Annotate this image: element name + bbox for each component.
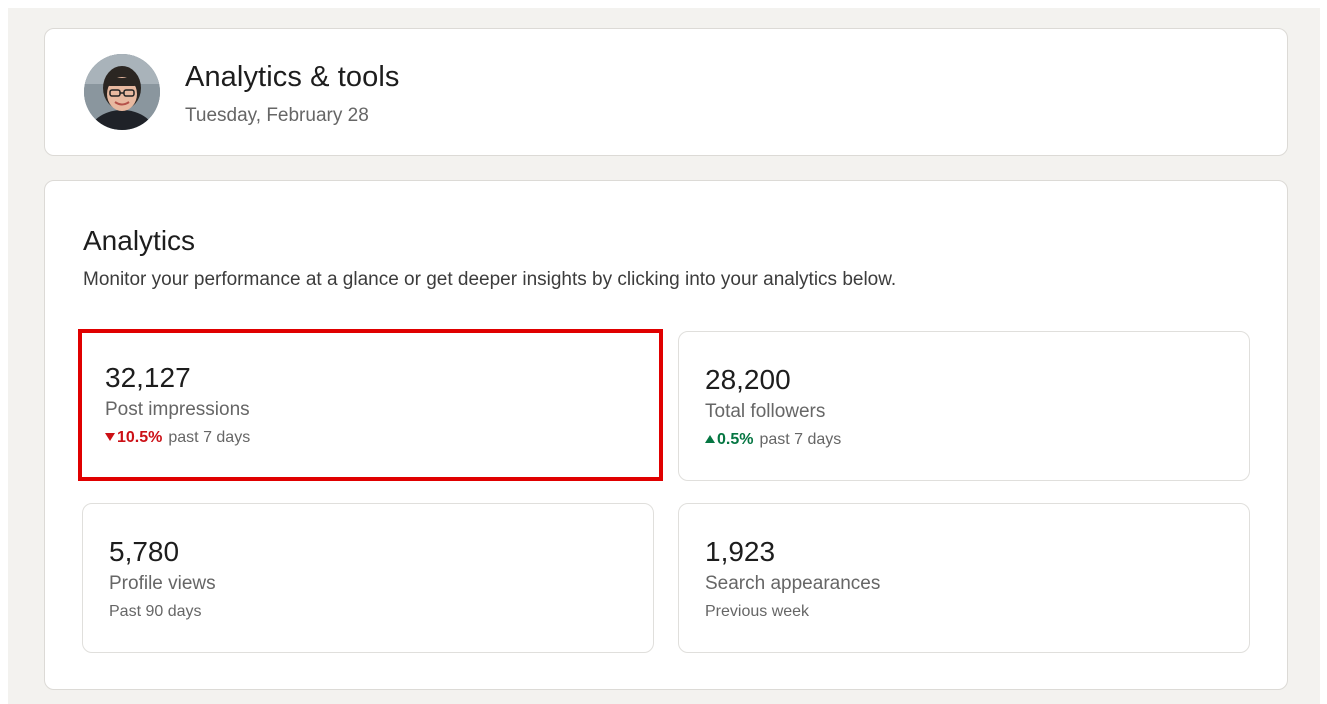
trend-up-indicator: 0.5% [705,431,753,448]
post-impressions-trend: 10.5% past 7 days [105,429,250,447]
total-followers-trend: 0.5% past 7 days [705,431,841,449]
header-card: Analytics & tools Tuesday, February 28 [44,28,1288,156]
analytics-card: Analytics Monitor your performance at a … [44,180,1288,690]
profile-photo-icon [84,54,160,130]
post-impressions-tile[interactable]: 32,127 Post impressions 10.5% past 7 days [78,329,663,481]
trend-down-indicator: 10.5% [105,429,162,446]
search-appearances-label: Search appearances [705,573,881,594]
trend-period: past 7 days [168,429,251,446]
profile-views-label: Profile views [109,573,216,594]
total-followers-tile[interactable]: 28,200 Total followers 0.5% past 7 days [678,331,1250,481]
trend-value: 10.5% [117,429,163,446]
trend-value: 0.5% [717,431,754,448]
profile-views-tile[interactable]: 5,780 Profile views Past 90 days [82,503,654,653]
search-appearances-period: Previous week [705,603,810,620]
current-date: Tuesday, February 28 [185,105,369,126]
post-impressions-label: Post impressions [105,399,250,420]
analytics-heading: Analytics [83,225,196,256]
search-appearances-value: 1,923 [705,536,776,567]
total-followers-value: 28,200 [705,364,791,395]
profile-views-value: 5,780 [109,536,180,567]
trend-period: past 7 days [759,431,842,448]
profile-avatar[interactable] [84,54,160,130]
page-title: Analytics & tools [185,61,400,93]
search-appearances-tile[interactable]: 1,923 Search appearances Previous week [678,503,1250,653]
down-triangle-icon [105,433,115,441]
total-followers-label: Total followers [705,401,826,422]
post-impressions-value: 32,127 [105,362,191,393]
profile-views-period: Past 90 days [109,603,202,620]
analytics-description: Monitor your performance at a glance or … [83,269,897,290]
up-triangle-icon [705,435,715,443]
